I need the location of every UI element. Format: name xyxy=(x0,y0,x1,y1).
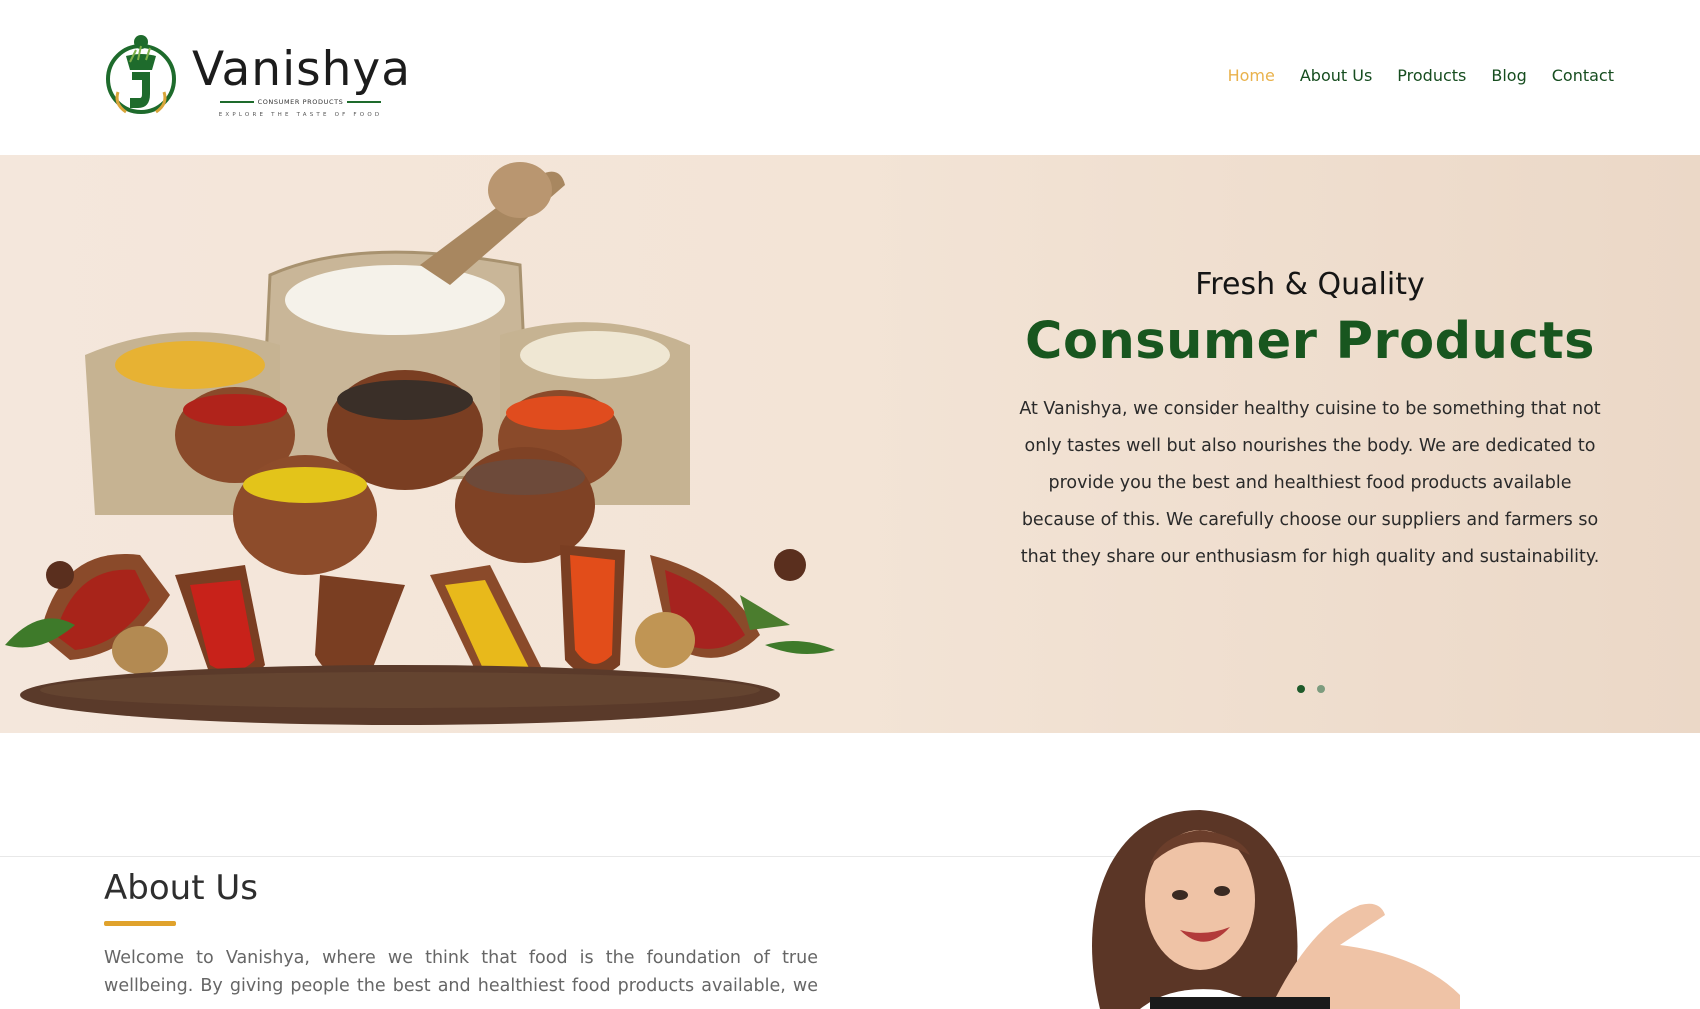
nav-products[interactable]: Products xyxy=(1397,66,1466,85)
slider-dot-1[interactable] xyxy=(1297,685,1305,693)
hero-title: Consumer Products xyxy=(1025,312,1595,371)
main-nav: Home About Us Products Blog Contact xyxy=(1203,66,1614,85)
logo-emblem-icon xyxy=(106,35,176,114)
hero-slider: Fresh & Quality Consumer Products At Van… xyxy=(0,155,1700,733)
hero-kicker: Fresh & Quality xyxy=(1195,267,1425,302)
slider-pagination xyxy=(1297,685,1325,693)
brand-tagline: EXPLORE THE TASTE OF FOOD xyxy=(218,112,383,118)
brand-subtitle: CONSUMER PRODUCTS xyxy=(208,98,393,106)
site-header: Vanishya CONSUMER PRODUCTS EXPLORE THE T… xyxy=(0,0,1700,155)
nav-about-us[interactable]: About Us xyxy=(1300,66,1372,85)
slider-dot-2[interactable] xyxy=(1317,685,1325,693)
hero-caption: Fresh & Quality Consumer Products At Van… xyxy=(1010,267,1610,576)
brand-name: Vanishya xyxy=(192,42,412,97)
brand-subtitle-text: CONSUMER PRODUCTS xyxy=(257,98,344,106)
about-heading: About Us xyxy=(104,868,258,908)
brand-logo[interactable]: Vanishya CONSUMER PRODUCTS EXPLORE THE T… xyxy=(100,32,410,122)
about-description: Welcome to Vanishya, where we think that… xyxy=(104,948,818,1009)
hero-description: At Vanishya, we consider healthy cuisine… xyxy=(1019,399,1601,567)
spices-image xyxy=(5,162,835,725)
woman-pointing-image xyxy=(1092,810,1460,1009)
nav-contact[interactable]: Contact xyxy=(1552,66,1614,85)
nav-home[interactable]: Home xyxy=(1228,66,1275,85)
nav-blog[interactable]: Blog xyxy=(1491,66,1526,85)
heading-underline xyxy=(104,921,176,926)
